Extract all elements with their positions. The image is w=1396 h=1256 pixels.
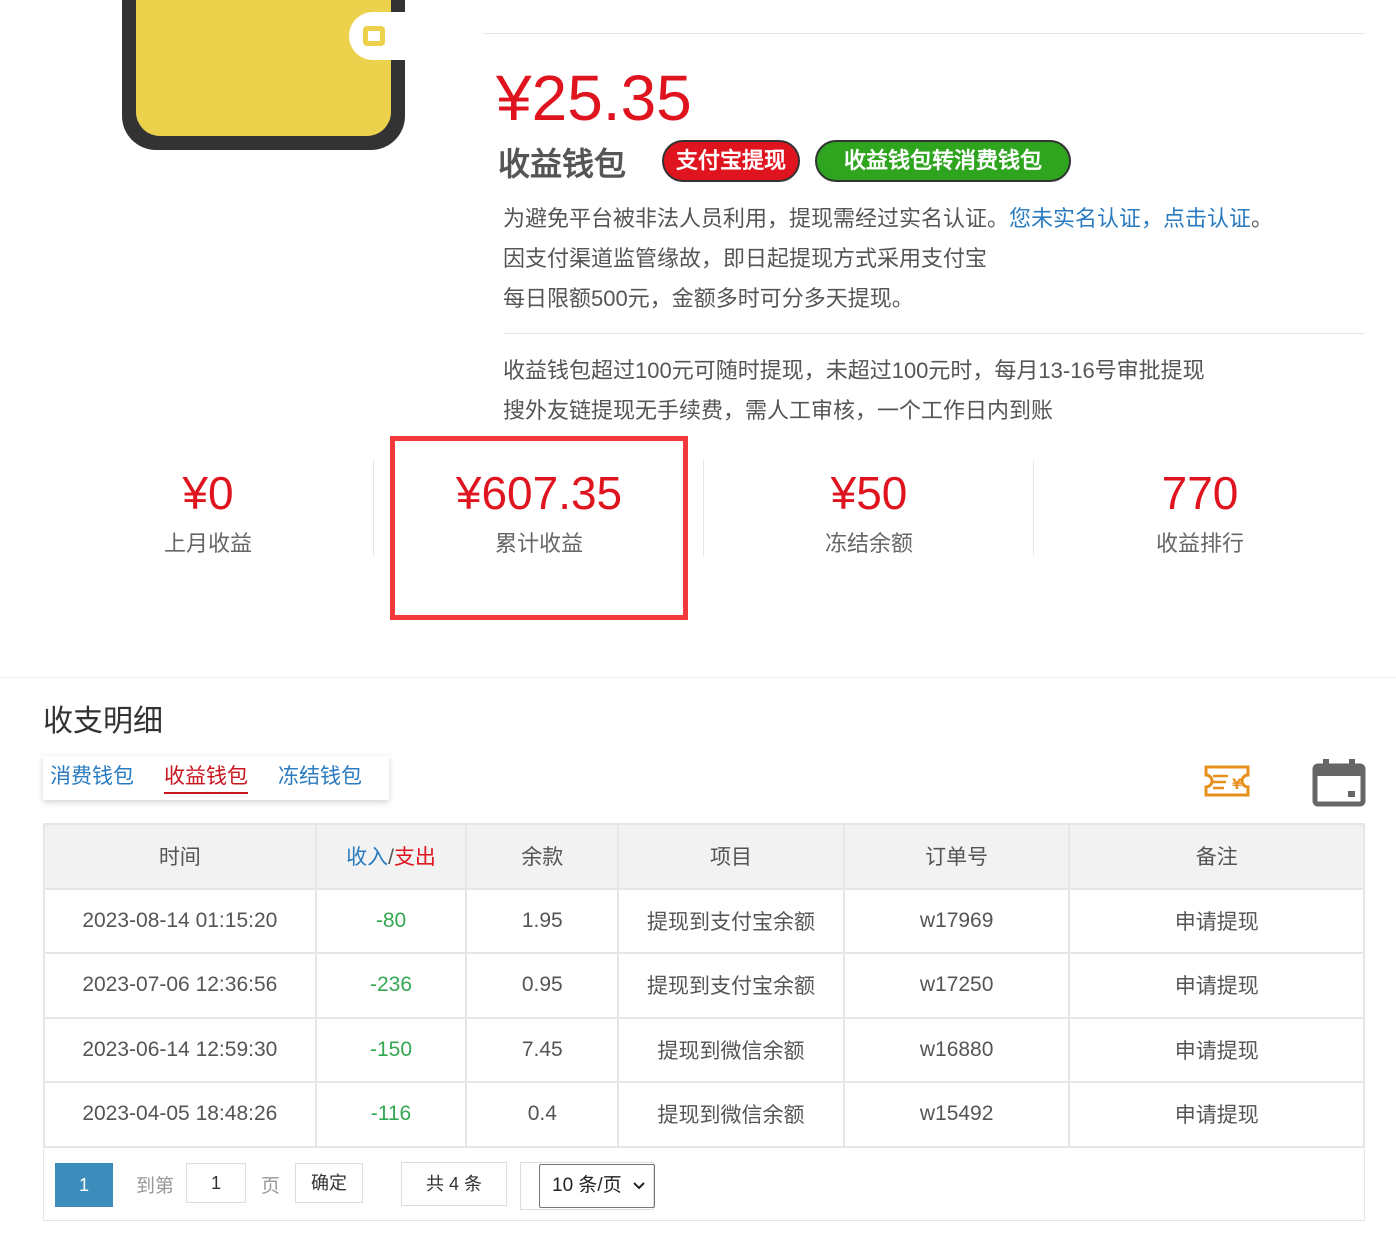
notice-line: 因支付渠道监管缘故，即日起提现方式采用支付宝 <box>503 246 988 271</box>
wallet-balance: ¥25.35 <box>496 62 692 134</box>
stat-value: 770 <box>1161 467 1239 519</box>
notice-text: 为避免平台被非法人员利用，提现需经过实名认证。 <box>503 206 1010 231</box>
cell-order: w17250 <box>842 952 1071 1019</box>
page-size-value: 10 条/页 <box>552 1175 622 1196</box>
not-verified-link[interactable]: 您未实名认证， <box>1009 206 1163 231</box>
col-note: 备注 <box>1068 823 1365 890</box>
page-unit-label: 页 <box>261 1176 281 1197</box>
table-row: 2023-07-06 12:36:56 -236 0.95 提现到支付宝余额 w… <box>43 952 1365 1019</box>
col-balance: 余款 <box>465 823 620 890</box>
table-row: 2023-06-14 12:59:30 -150 7.45 提现到微信余额 w1… <box>43 1016 1365 1083</box>
calendar-icon[interactable] <box>1312 758 1366 813</box>
notice-line: 每日限额500元，金额多时可分多天提现。 <box>503 286 914 311</box>
tab-frozen-wallet[interactable]: 冻结钱包 <box>278 762 362 792</box>
highlight-box <box>390 436 688 620</box>
cell-item: 提现到微信余额 <box>617 1016 845 1083</box>
goto-label: 到第 <box>136 1176 175 1197</box>
wallet-clasp-button <box>363 26 385 46</box>
cell-amount: -236 <box>314 952 468 1019</box>
voucher-yen-icon[interactable]: ¥ <box>1202 763 1252 804</box>
cell-balance: 0.95 <box>465 952 620 1019</box>
divider <box>483 33 1365 34</box>
table-header-row: 时间 收入/支出 余款 项目 订单号 备注 <box>43 823 1365 890</box>
col-time: 时间 <box>43 823 317 890</box>
tab-consumer-wallet[interactable]: 消费钱包 <box>50 762 134 792</box>
col-order: 订单号 <box>842 823 1071 890</box>
notice-end: 。 <box>1251 206 1274 231</box>
cell-item: 提现到支付宝余额 <box>617 887 845 954</box>
wallet-body <box>136 0 391 136</box>
tab-income-wallet[interactable]: 收益钱包 <box>164 762 248 794</box>
page-size-wrap: 10 条/页 <box>520 1162 655 1210</box>
pagination: 1 到第 页 确定 共 4 条 10 条/页 <box>43 1146 1365 1221</box>
svg-text:¥: ¥ <box>1232 777 1242 793</box>
cell-balance: 0.4 <box>465 1081 620 1148</box>
divider <box>1033 460 1034 556</box>
col-item: 项目 <box>617 823 845 890</box>
cell-balance: 1.95 <box>465 887 620 954</box>
verify-link[interactable]: 点击认证 <box>1163 206 1251 231</box>
notice-line: 收益钱包超过100元可随时提现，未超过100元时，每月13-16号审批提现 <box>503 358 1205 383</box>
cell-time: 2023-04-05 18:48:26 <box>43 1081 317 1148</box>
divider <box>503 333 1365 334</box>
stat-label: 收益排行 <box>1155 531 1244 556</box>
wallet-tabs: 消费钱包 收益钱包 冻结钱包 <box>43 756 389 800</box>
cell-amount: -150 <box>314 1016 468 1083</box>
notice-line: 搜外友链提现无手续费，需人工审核，一个工作日内到账 <box>503 398 1054 423</box>
cell-note: 申请提现 <box>1068 887 1365 954</box>
divider <box>0 677 1396 678</box>
cell-note: 申请提现 <box>1068 952 1365 1019</box>
cell-amount: -80 <box>314 887 468 954</box>
col-expense-label: 支出 <box>393 846 436 870</box>
transfer-to-consumer-wallet-button[interactable]: 收益钱包转消费钱包 <box>815 140 1071 182</box>
chevron-down-icon <box>632 1165 646 1224</box>
cell-time: 2023-08-14 01:15:20 <box>43 887 317 954</box>
cell-note: 申请提现 <box>1068 1081 1365 1148</box>
table-row: 2023-04-05 18:48:26 -116 0.4 提现到微信余额 w15… <box>43 1081 1365 1148</box>
stat-value: ¥50 <box>830 467 908 519</box>
goto-confirm-button[interactable]: 确定 <box>295 1163 363 1203</box>
stat-label: 冻结余额 <box>824 531 913 556</box>
table-row: 2023-08-14 01:15:20 -80 1.95 提现到支付宝余额 w1… <box>43 887 1365 954</box>
cell-time: 2023-07-06 12:36:56 <box>43 952 317 1019</box>
col-income-expense: 收入/支出 <box>314 823 468 890</box>
ledger-table: 时间 收入/支出 余款 项目 订单号 备注 2023-08-14 01:15:2… <box>43 823 1365 1148</box>
wallet-clasp <box>349 12 405 60</box>
stat-value: ¥0 <box>182 467 234 519</box>
wallet-title: 收益钱包 <box>498 146 627 182</box>
notice-line: 为避免平台被非法人员利用，提现需经过实名认证。您未实名认证，点击认证。 <box>503 199 1273 239</box>
total-count: 共 4 条 <box>401 1162 507 1206</box>
goto-page-input[interactable] <box>186 1163 246 1203</box>
alipay-withdraw-button[interactable]: 支付宝提现 <box>662 140 800 182</box>
stat-last-month-income: ¥0 上月收益 <box>43 462 373 564</box>
cell-item: 提现到支付宝余额 <box>617 952 845 1019</box>
cell-note: 申请提现 <box>1068 1016 1365 1083</box>
section-title: 收支明细 <box>43 705 163 738</box>
cell-time: 2023-06-14 12:59:30 <box>43 1016 317 1083</box>
stat-income-rank: 770 收益排行 <box>1035 462 1365 564</box>
cell-balance: 7.45 <box>465 1016 620 1083</box>
page-current-button[interactable]: 1 <box>55 1163 113 1207</box>
cell-order: w17969 <box>842 887 1071 954</box>
cell-amount: -116 <box>314 1081 468 1148</box>
cell-order: w16880 <box>842 1016 1071 1083</box>
wallet-illustration <box>122 0 405 150</box>
stat-label: 上月收益 <box>163 531 252 556</box>
col-income-label: 收入 <box>346 846 389 870</box>
stat-frozen-balance: ¥50 冻结余额 <box>704 462 1034 564</box>
page-size-select[interactable]: 10 条/页 <box>539 1164 655 1208</box>
cell-item: 提现到微信余额 <box>617 1081 845 1148</box>
cell-order: w15492 <box>842 1081 1071 1148</box>
